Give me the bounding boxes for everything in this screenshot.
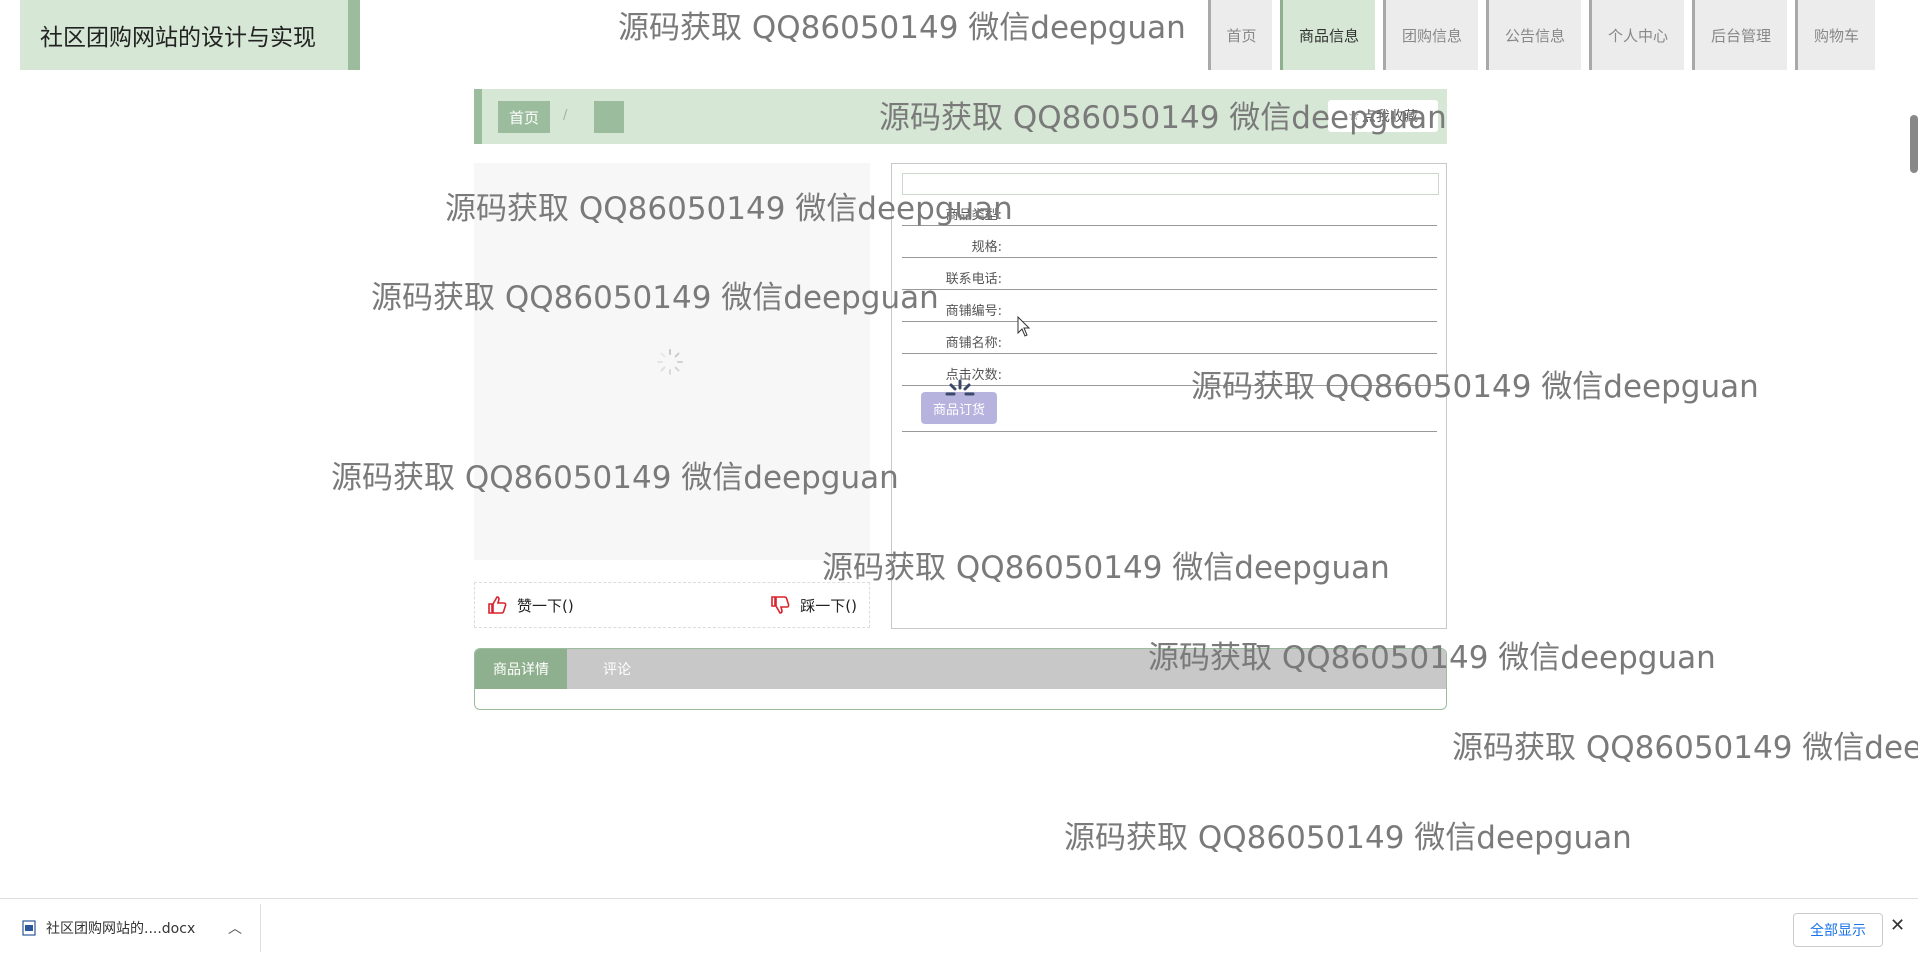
tab-product-details[interactable]: 商品详情 [475, 649, 567, 689]
favorite-button[interactable]: ☆ 点我收藏 [1328, 100, 1438, 132]
nav-admin[interactable]: 后台管理 [1692, 0, 1787, 70]
reaction-bar: 赞一下() 踩一下() [474, 582, 870, 628]
info-row-shop-id: 商铺编号: [902, 290, 1437, 322]
info-label: 规格: [971, 240, 1002, 255]
detail-tabs: 商品详情 评论 [474, 648, 1447, 710]
watermark: 源码获取 QQ86050149 微信deepguan [618, 10, 1186, 46]
like-label: 赞一下() [517, 596, 574, 615]
product-title [902, 173, 1439, 195]
show-all-button[interactable]: 全部显示 [1793, 913, 1883, 947]
dislike-label: 踩一下() [800, 596, 857, 615]
loading-spinner-icon [657, 349, 683, 375]
mouse-cursor-icon [1017, 316, 1031, 337]
download-bar [0, 898, 1918, 958]
info-label: 商铺编号: [945, 304, 1002, 319]
info-row-type: 商品类型: [902, 194, 1437, 226]
loading-spinner-icon [945, 379, 975, 396]
info-label: 商品类型: [945, 208, 1002, 223]
nav-personal-center[interactable]: 个人中心 [1589, 0, 1684, 70]
download-item[interactable]: 社区团购网站的....docx [22, 918, 195, 938]
word-document-icon [22, 920, 36, 936]
breadcrumb-current[interactable] [594, 101, 624, 133]
info-row-shop-name: 商铺名称: [902, 322, 1437, 354]
breadcrumb-home[interactable]: 首页 [498, 101, 550, 133]
watermark: 源码获取 QQ86050149 微信deepguan [1064, 820, 1632, 856]
info-row-phone: 联系电话: [902, 258, 1437, 290]
page-scrollbar[interactable] [1910, 115, 1918, 173]
info-label: 联系电话: [945, 272, 1002, 287]
like-button[interactable]: 赞一下() [487, 595, 574, 616]
breadcrumb-separator: / [563, 108, 568, 123]
nav-notices[interactable]: 公告信息 [1486, 0, 1581, 70]
nav-home[interactable]: 首页 [1208, 0, 1272, 70]
chevron-up-icon[interactable]: ︿ [228, 918, 242, 938]
thumbs-up-icon [488, 596, 507, 614]
main-nav: 首页 商品信息 团购信息 公告信息 个人中心 后台管理 购物车 [1208, 0, 1883, 70]
site-title: 社区团购网站的设计与实现 [20, 0, 360, 70]
star-icon: ☆ [1348, 108, 1360, 124]
dislike-button[interactable]: 踩一下() [770, 595, 857, 616]
divider [260, 904, 261, 952]
info-label: 商铺名称: [945, 336, 1002, 351]
watermark: 源码获取 QQ86050149 微信deepguan [1452, 730, 1918, 766]
thumbs-down-icon [771, 596, 790, 614]
nav-group-buy[interactable]: 团购信息 [1383, 0, 1478, 70]
tab-comments[interactable]: 评论 [567, 649, 667, 689]
close-icon[interactable]: ✕ [1890, 915, 1905, 936]
nav-cart[interactable]: 购物车 [1795, 0, 1875, 70]
nav-products[interactable]: 商品信息 [1280, 0, 1375, 70]
info-row-spec: 规格: [902, 226, 1437, 258]
favorite-label: 点我收藏 [1361, 109, 1418, 125]
info-row-clicks: 点击次数: [902, 354, 1437, 386]
download-file-name: 社区团购网站的....docx [46, 921, 196, 937]
